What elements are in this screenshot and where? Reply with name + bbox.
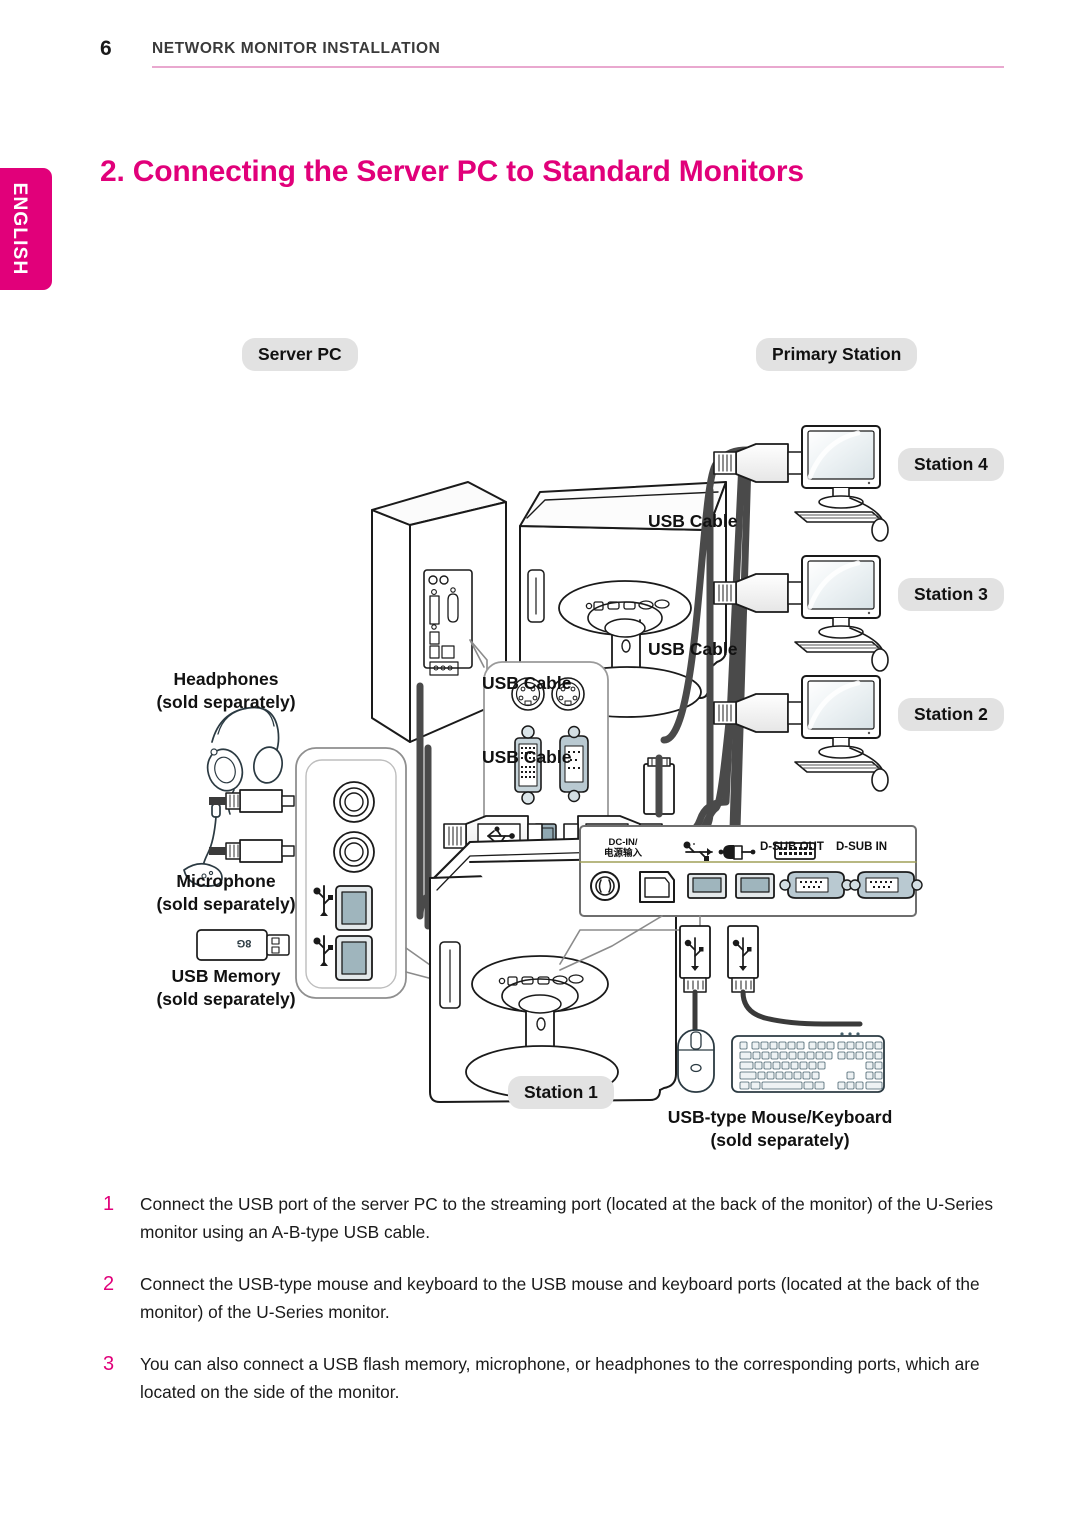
step-number: 2: [103, 1273, 115, 1295]
label-usb-cable-1: USB Cable: [648, 511, 738, 531]
label-station-3: Station 3: [898, 578, 1004, 611]
page-number: 6: [100, 37, 112, 60]
step-text: Connect the USB port of the server PC to…: [140, 1194, 993, 1242]
label-usb-cable-2: USB Cable: [648, 639, 738, 659]
label-server-pc: Server PC: [242, 338, 358, 371]
step-number: 3: [103, 1353, 115, 1375]
station-3-pc: [794, 555, 889, 672]
label-usb-memory: USB Memory (sold separately): [126, 965, 326, 1011]
label-usb-memory-line1: USB Memory: [171, 966, 281, 986]
label-station-2: Station 2: [898, 698, 1004, 731]
label-primary-station: Primary Station: [756, 338, 918, 371]
mouse-keyboard-usb-plugs: [679, 925, 759, 993]
label-usb-mouse-keyboard: USB-type Mouse/Keyboard (sold separately…: [600, 1106, 960, 1152]
step-item: 1 Connect the USB port of the server PC …: [100, 1190, 1010, 1246]
usb-keyboard-device: [731, 1032, 885, 1093]
label-mouse-keyboard-line2: (sold separately): [710, 1130, 850, 1150]
label-usb-cable-3: USB Cable: [482, 673, 572, 693]
page-header: 6 NETWORK MONITOR INSTALLATION: [0, 34, 1080, 74]
step-number: 1: [103, 1193, 115, 1215]
station-2-pc: [794, 675, 889, 792]
header-divider: [152, 66, 1004, 68]
label-headphones-line1: Headphones: [173, 669, 279, 689]
step-item: 2 Connect the USB-type mouse and keyboar…: [100, 1270, 1010, 1326]
station-connectors: [713, 443, 803, 733]
port-label-dc-in-line1: DC-IN/: [608, 837, 638, 848]
label-usb-memory-line2: (sold separately): [156, 989, 296, 1009]
label-microphone: Microphone (sold separately): [126, 870, 326, 916]
step-item: 3 You can also connect a USB flash memor…: [100, 1350, 1010, 1406]
label-headphones-line2: (sold separately): [156, 692, 296, 712]
label-usb-memory-capacity: 8G: [236, 937, 252, 949]
step-text: Connect the USB-type mouse and keyboard …: [140, 1274, 980, 1322]
port-label-dc-in-line2: 电源输入: [603, 848, 642, 859]
label-mouse-keyboard-line1: USB-type Mouse/Keyboard: [667, 1107, 893, 1127]
usb-mouse-device: [677, 1029, 715, 1093]
page-title: 2. Connecting the Server PC to Standard …: [100, 155, 804, 189]
label-station-4: Station 4: [898, 448, 1004, 481]
label-station-1: Station 1: [508, 1076, 614, 1109]
audio-jack-plugs: [209, 789, 295, 863]
instruction-steps: 1 Connect the USB port of the server PC …: [100, 1190, 1010, 1430]
label-headphones: Headphones (sold separately): [126, 668, 326, 714]
label-usb-cable-4: USB Cable: [482, 747, 572, 767]
section-title: NETWORK MONITOR INSTALLATION: [152, 40, 441, 57]
port-label-dsub-in: D-SUB IN: [836, 841, 888, 853]
label-microphone-line1: Microphone: [176, 871, 276, 891]
port-label-dsub-out: D-SUB OUT: [760, 841, 824, 853]
port-label-dc-in: DC-IN/ 电源输入: [592, 837, 654, 859]
station-4-pc: [794, 425, 889, 542]
connection-diagram: Server PC Primary Station Station 4 Stat…: [0, 230, 1080, 1170]
step-text: You can also connect a USB flash memory,…: [140, 1354, 980, 1402]
label-microphone-line2: (sold separately): [156, 894, 296, 914]
